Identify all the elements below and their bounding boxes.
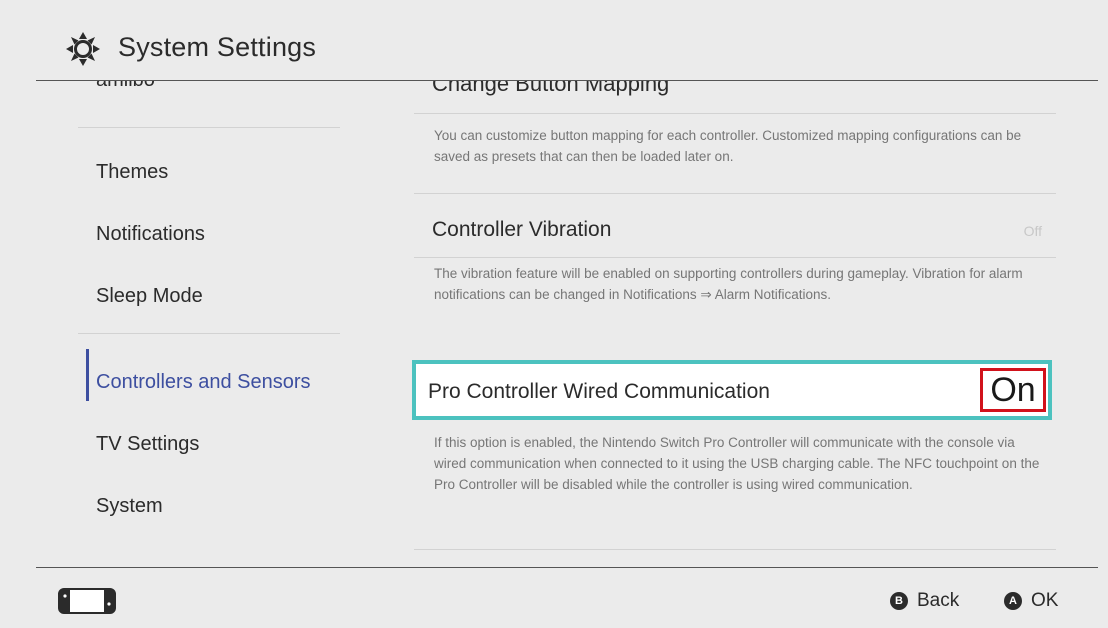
sidebar: amiibo Themes Notifications Sleep Mode C… [12,81,367,551]
back-button[interactable]: B Back [890,588,959,614]
content-divider [414,257,1056,258]
sidebar-item-tv-settings[interactable]: TV Settings [96,433,199,456]
sidebar-item-notifications[interactable]: Notifications [96,223,205,246]
active-indicator [86,349,89,401]
system-settings-screen: System Settings amiibo Themes Notificati… [12,8,1098,620]
sidebar-item-amiibo[interactable]: amiibo [96,81,155,92]
sidebar-item-sleep-mode[interactable]: Sleep Mode [96,285,203,308]
sidebar-item-themes[interactable]: Themes [96,161,168,184]
sidebar-divider [78,127,340,128]
controller-vibration-description: The vibration feature will be enabled on… [434,266,1023,302]
pro-controller-wired-description: If this option is enabled, the Nintendo … [434,435,1040,492]
frame: System Settings amiibo Themes Notificati… [0,0,1108,628]
content-divider [414,113,1056,114]
option-pro-controller-wired-communication[interactable]: Pro Controller Wired Communication On [412,360,1052,420]
change-button-mapping-description: You can customize button mapping for eac… [434,128,1022,164]
option-value-on: On [980,368,1046,412]
ok-button[interactable]: A OK [1004,588,1058,614]
ok-label: OK [1031,590,1059,611]
footer-divider [36,567,1098,568]
option-controller-vibration[interactable]: Controller Vibration Off [414,201,1056,263]
header: System Settings [12,8,1098,80]
handheld-console-icon [58,588,116,614]
b-button-icon: B [890,592,908,610]
back-label: Back [917,590,960,611]
content-divider [414,549,1056,550]
settings-content: Change Button Mapping You can customize … [392,81,1098,551]
sidebar-item-system[interactable]: System [96,495,163,518]
gear-icon [66,32,100,66]
sidebar-divider [78,333,340,334]
a-button-icon: A [1004,592,1022,610]
option-value: Off [1023,223,1042,239]
content-divider [414,193,1056,194]
option-change-button-mapping[interactable]: Change Button Mapping [432,81,669,97]
sidebar-item-controllers-and-sensors[interactable]: Controllers and Sensors [96,371,311,394]
option-label: Controller Vibration [432,218,612,241]
page-title: System Settings [118,32,317,62]
option-label: Pro Controller Wired Communication [428,380,770,403]
